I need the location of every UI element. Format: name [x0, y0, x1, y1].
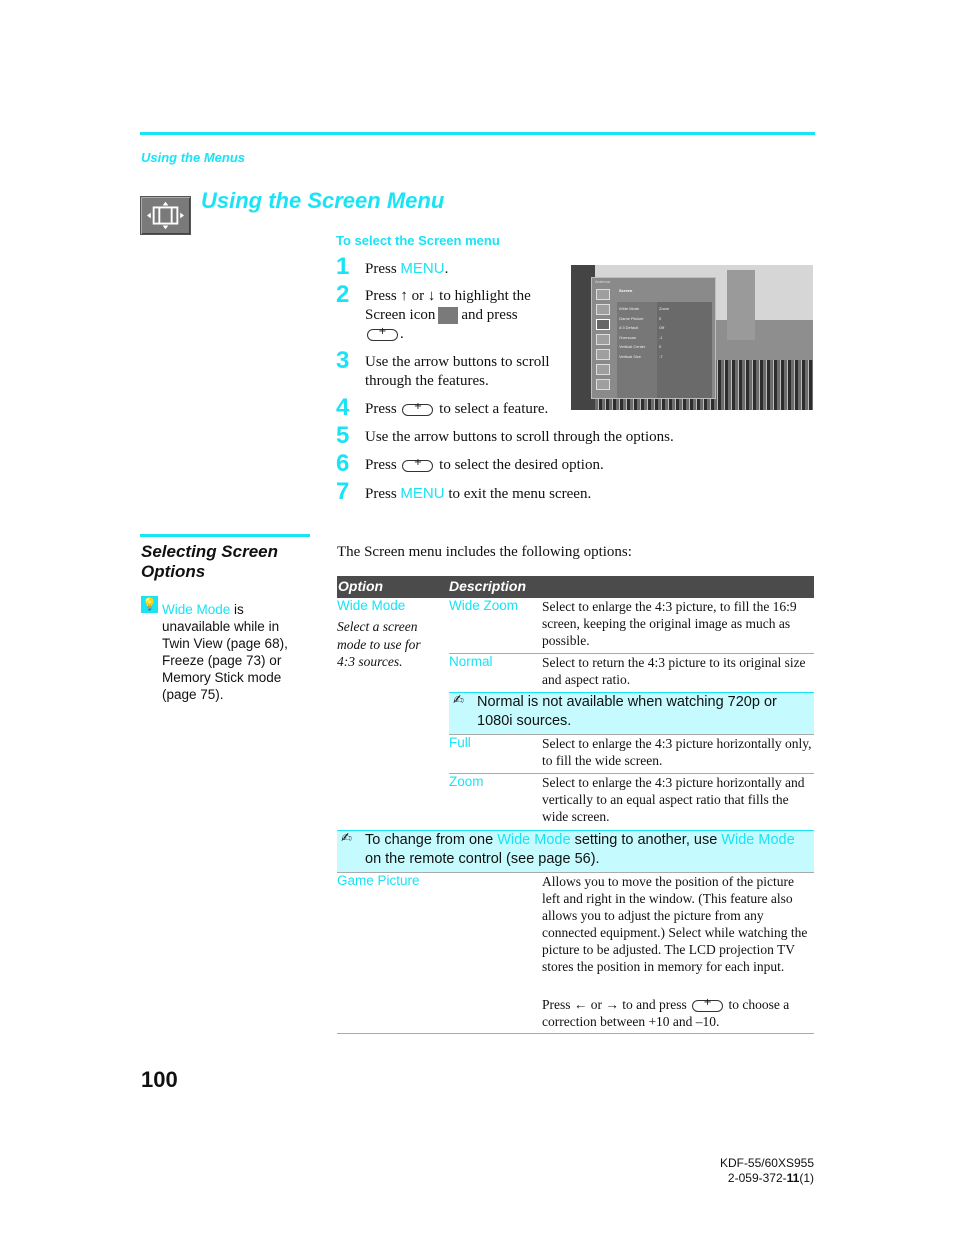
- enter-button-icon: [402, 401, 434, 416]
- channel-icon: [596, 334, 610, 345]
- wide-mode-link: Wide Mode: [721, 832, 795, 848]
- tip-text: Wide Mode is unavailable while in Twin V…: [162, 601, 310, 703]
- menu-key: MENU: [400, 485, 445, 502]
- wide-mode-link: Wide Mode: [497, 832, 571, 848]
- mode-normal: Normal: [449, 654, 493, 669]
- tip-body: is unavailable while in Twin View (page …: [162, 602, 288, 702]
- top-rule: [140, 132, 815, 135]
- col-option: Option: [338, 578, 384, 594]
- doc-code: 2-059-372-11(1): [727, 1171, 814, 1185]
- heading-line: Selecting Screen: [141, 542, 279, 561]
- table-header: Option Description: [337, 576, 814, 598]
- step-text: Press: [365, 486, 401, 502]
- mode-wide-zoom-desc: Select to enlarge the 4:3 picture, to fi…: [542, 599, 797, 648]
- tv-menu-icons: [596, 289, 612, 394]
- game-picture-desc: Allows you to move the position of the p…: [542, 874, 808, 974]
- step-number: 3: [336, 347, 350, 374]
- step-text: and press: [461, 307, 518, 323]
- sidebar-rule: [140, 534, 310, 537]
- step-text: .: [400, 326, 404, 342]
- options-table: Option Description: [337, 576, 814, 598]
- note-text: Normal is not available when watching 72…: [477, 694, 777, 729]
- tv-menu-row: Vertical Center 0: [619, 344, 662, 349]
- step-number: 7: [336, 478, 350, 505]
- step-text: Use the arrow buttons to scroll: [365, 354, 550, 370]
- tv-menu-row: 4:3 Default Off: [619, 325, 665, 330]
- table-bottom-rule: [337, 1033, 814, 1034]
- applications-icon: [596, 379, 610, 390]
- section-label: Using the Menus: [141, 150, 246, 165]
- col-description: Description: [449, 578, 527, 594]
- tv-menu-row: Vertical Size -7: [619, 354, 663, 359]
- sidebar-heading: Selecting Screen Options: [141, 542, 278, 582]
- step-number: 2: [336, 281, 350, 308]
- model-number: KDF-55/60XS955: [719, 1156, 814, 1170]
- screen-icon: [596, 319, 610, 330]
- heading-line: Options: [141, 562, 206, 581]
- note-pencil-icon: ✍: [453, 693, 464, 708]
- enter-button-icon: [402, 457, 434, 472]
- tv-menu-screen-label: Screen: [619, 288, 633, 293]
- step-text: Screen icon: [365, 307, 436, 323]
- page-title: Using the Screen Menu: [201, 188, 445, 213]
- step-text: .: [444, 261, 449, 277]
- step-text: Press: [365, 261, 401, 277]
- tv-menu-screenshot: Antenna Screen Wide Mode Zoom Game Pictur…: [571, 265, 813, 410]
- lightbulb-icon: 💡: [141, 596, 158, 613]
- sound-icon: [596, 304, 610, 315]
- wide-mode-subtitle: Select a screen mode to use for 4:3 sour…: [337, 619, 421, 669]
- mode-zoom-desc: Select to enlarge the 4:3 picture horizo…: [542, 775, 805, 824]
- game-picture-press: Press ← or → to and press to choose a co…: [542, 996, 814, 1030]
- step-text: to select a feature.: [439, 401, 549, 417]
- mode-wide-zoom: Wide Zoom: [449, 598, 519, 613]
- mode-normal-desc: Select to return the 4:3 picture to its …: [542, 655, 806, 687]
- options-intro: The Screen menu includes the following o…: [337, 544, 632, 560]
- menu-key: MENU: [400, 260, 445, 277]
- step-text: to exit the menu screen.: [444, 486, 592, 502]
- step-number: 5: [336, 422, 350, 449]
- enter-button-icon: [692, 997, 724, 1012]
- parent-icon: [596, 349, 610, 360]
- enter-button-icon: [367, 326, 398, 341]
- step-number: 4: [336, 394, 350, 421]
- tv-menu-row: Wide Mode Zoom: [619, 306, 670, 311]
- note-pencil-icon: ✍: [341, 831, 352, 846]
- step-text: Press: [365, 457, 397, 473]
- step-text: Use the arrow buttons to scroll through …: [365, 429, 674, 445]
- tv-osd-menu: Antenna Screen Wide Mode Zoom Game Pictur…: [591, 277, 716, 399]
- option-wide-mode: Wide Mode: [337, 598, 406, 613]
- step-number: 1: [336, 253, 350, 280]
- normal-note: ✍ Normal is not available when watching …: [449, 692, 814, 734]
- tv-menu-row: Game Picture 0: [619, 316, 662, 321]
- note-text: To change from one Wide Mode setting to …: [365, 832, 795, 867]
- step-text: to select the desired option.: [439, 457, 604, 473]
- page-number: 100: [141, 1067, 178, 1092]
- screen-icon: [438, 307, 459, 325]
- step-text: Press ↑ or ↓ to highlight the: [365, 288, 531, 304]
- mode-zoom: Zoom: [449, 774, 484, 789]
- wide-mode-note: ✍ To change from one Wide Mode setting t…: [337, 830, 814, 872]
- setup-icon: [596, 364, 610, 375]
- step-text: through the features.: [365, 373, 489, 389]
- wide-mode-link: Wide Mode: [162, 602, 231, 617]
- picture-icon: [596, 289, 610, 300]
- steps-subhead: To select the Screen menu: [336, 233, 500, 248]
- step-number: 6: [336, 450, 350, 477]
- tv-menu-panel: Wide Mode Zoom Game Picture 0 4:3 Default O…: [617, 302, 712, 398]
- tv-menu-row: Overscan -1: [619, 335, 663, 340]
- step-text: Press: [365, 401, 397, 417]
- tv-menu-title: Antenna: [595, 279, 610, 284]
- mode-full: Full: [449, 735, 471, 750]
- footer-doc-info: KDF-55/60XS955 2-059-372-11(1): [690, 1156, 814, 1186]
- mode-full-desc: Select to enlarge the 4:3 picture horizo…: [542, 736, 812, 768]
- screen-menu-icon: [140, 196, 191, 235]
- option-game-picture: Game Picture: [337, 873, 420, 888]
